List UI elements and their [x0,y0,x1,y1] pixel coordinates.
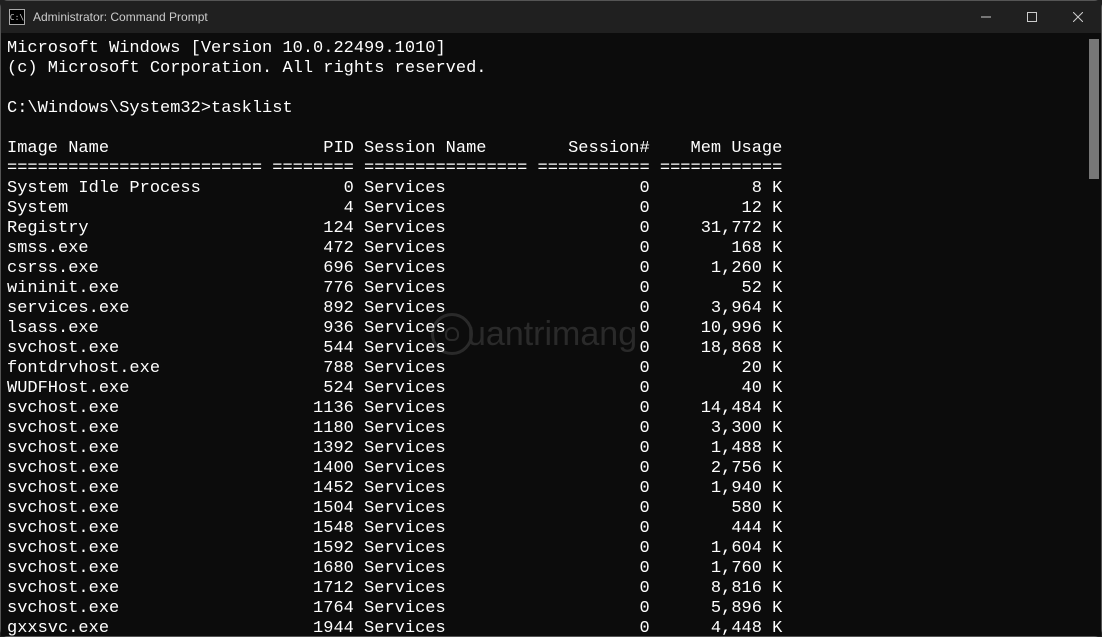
table-row: csrss.exe 696 Services 0 1,260 K [7,259,1101,279]
table-row: svchost.exe 1392 Services 0 1,488 K [7,439,1101,459]
maximize-button[interactable] [1009,1,1055,33]
table-row: svchost.exe 1592 Services 0 1,604 K [7,539,1101,559]
table-row: svchost.exe 544 Services 0 18,868 K [7,339,1101,359]
terminal-area[interactable]: uantrimang Microsoft Windows [Version 10… [1,33,1101,636]
close-icon [1073,12,1083,22]
table-row: System 4 Services 0 12 K [7,199,1101,219]
table-row: svchost.exe 1136 Services 0 14,484 K [7,399,1101,419]
window-controls [963,1,1101,33]
table-row: svchost.exe 1180 Services 0 3,300 K [7,419,1101,439]
table-row: svchost.exe 1680 Services 0 1,760 K [7,559,1101,579]
table-row: System Idle Process 0 Services 0 8 K [7,179,1101,199]
table-row: gxxsvc.exe 1944 Services 0 4,448 K [7,619,1101,636]
table-row: svchost.exe 1712 Services 0 8,816 K [7,579,1101,599]
table-separator: ========================= ======== =====… [7,159,1101,179]
version-line: Microsoft Windows [Version 10.0.22499.10… [7,39,1101,59]
table-row: lsass.exe 936 Services 0 10,996 K [7,319,1101,339]
close-button[interactable] [1055,1,1101,33]
table-row: svchost.exe 1400 Services 0 2,756 K [7,459,1101,479]
table-row: svchost.exe 1548 Services 0 444 K [7,519,1101,539]
blank-line [7,79,1101,99]
table-row: services.exe 892 Services 0 3,964 K [7,299,1101,319]
prompt-line: C:\Windows\System32>tasklist [7,99,1101,119]
table-header: Image Name PID Session Name Session# Mem… [7,139,1101,159]
cmd-icon: C:\ [9,9,25,25]
table-row: fontdrvhost.exe 788 Services 0 20 K [7,359,1101,379]
blank-line [7,119,1101,139]
maximize-icon [1027,12,1037,22]
table-row: wininit.exe 776 Services 0 52 K [7,279,1101,299]
table-row: svchost.exe 1452 Services 0 1,940 K [7,479,1101,499]
titlebar: C:\ Administrator: Command Prompt [1,1,1101,33]
window-title: Administrator: Command Prompt [33,10,208,24]
table-row: smss.exe 472 Services 0 168 K [7,239,1101,259]
table-row: WUDFHost.exe 524 Services 0 40 K [7,379,1101,399]
scrollbar-thumb[interactable] [1089,39,1099,179]
minimize-button[interactable] [963,1,1009,33]
table-row: svchost.exe 1504 Services 0 580 K [7,499,1101,519]
table-row: Registry 124 Services 0 31,772 K [7,219,1101,239]
table-row: svchost.exe 1764 Services 0 5,896 K [7,599,1101,619]
copyright-line: (c) Microsoft Corporation. All rights re… [7,59,1101,79]
minimize-icon [981,12,991,22]
